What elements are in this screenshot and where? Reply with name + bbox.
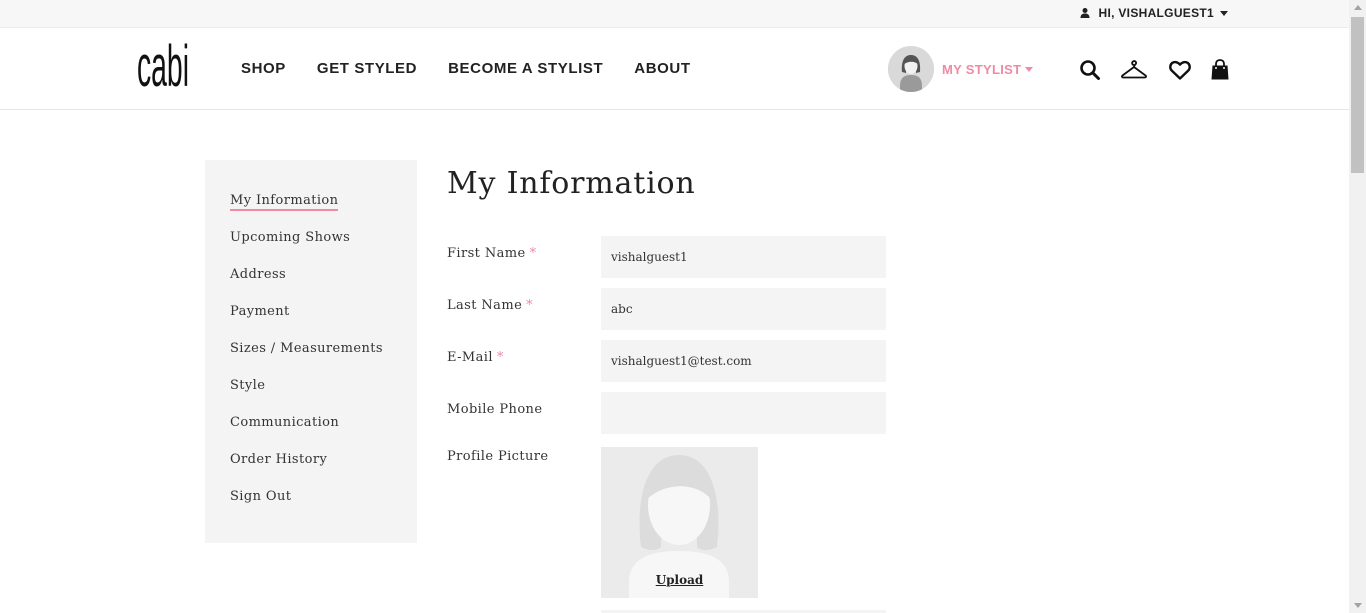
upload-link[interactable]: Upload [601, 573, 758, 587]
sidebar-item-my-information[interactable]: My Information [230, 193, 339, 211]
required-mark: * [526, 298, 534, 313]
stylist-avatar [888, 46, 934, 92]
mobile-phone-field[interactable] [601, 392, 886, 434]
first-name-label-text: First Name [447, 246, 526, 261]
search-icon[interactable] [1078, 58, 1102, 82]
last-name-label: Last Name * [447, 298, 533, 313]
sidebar-item-communication[interactable]: Communication [230, 415, 339, 430]
cabi-logo[interactable]: cabi [137, 38, 191, 90]
nav-get-styled[interactable]: GET STYLED [317, 60, 417, 77]
user-icon [1080, 8, 1090, 18]
last-name-field[interactable] [601, 288, 886, 330]
account-sidebar: My Information Upcoming Shows Address Pa… [205, 160, 417, 543]
first-name-field[interactable] [601, 236, 886, 278]
bag-icon[interactable] [1209, 58, 1231, 82]
profile-picture-label: Profile Picture [447, 449, 548, 464]
nav-shop[interactable]: SHOP [241, 60, 286, 77]
my-stylist-menu[interactable]: MY STYLIST [888, 46, 1034, 92]
sidebar-item-sizes-measurements[interactable]: Sizes / Measurements [230, 341, 383, 356]
nav-about[interactable]: ABOUT [634, 60, 690, 77]
nav-become-a-stylist[interactable]: BECOME A STYLIST [448, 60, 603, 77]
email-label-text: E-Mail [447, 350, 493, 365]
heart-icon[interactable] [1168, 58, 1192, 82]
my-stylist-label: MY STYLIST [942, 61, 1022, 77]
sidebar-item-style[interactable]: Style [230, 378, 265, 393]
email-field[interactable] [601, 340, 886, 382]
site-header: cabi SHOP GET STYLED BECOME A STYLIST AB… [0, 28, 1349, 110]
top-utility-bar: HI, VISHALGUEST1 [0, 0, 1349, 28]
last-name-label-text: Last Name [447, 298, 523, 313]
sidebar-item-address[interactable]: Address [230, 267, 286, 282]
account-menu[interactable]: HI, VISHALGUEST1 [1079, 6, 1228, 20]
sidebar-item-order-history[interactable]: Order History [230, 452, 327, 467]
sidebar-item-upcoming-shows[interactable]: Upcoming Shows [230, 230, 350, 245]
page-title: My Information [447, 166, 696, 201]
sidebar-item-payment[interactable]: Payment [230, 304, 290, 319]
greeting-text: HI, VISHALGUEST1 [1098, 6, 1214, 20]
logo-text: cabi [137, 38, 189, 90]
chevron-down-icon [1220, 10, 1228, 16]
page-scrollbar[interactable] [1349, 0, 1366, 613]
hanger-icon[interactable] [1120, 58, 1148, 82]
scrollbar-thumb[interactable] [1351, 17, 1364, 173]
email-label: E-Mail * [447, 350, 504, 365]
first-name-label: First Name * [447, 246, 536, 261]
profile-picture-preview: Upload [601, 447, 758, 598]
sidebar-item-sign-out[interactable]: Sign Out [230, 489, 291, 504]
main-nav: SHOP GET STYLED BECOME A STYLIST ABOUT [241, 60, 691, 77]
chevron-down-icon [1025, 66, 1034, 72]
scroll-up-icon[interactable] [1354, 5, 1362, 10]
avatar-silhouette-icon [888, 46, 934, 92]
profile-picture-label-text: Profile Picture [447, 449, 549, 464]
scroll-down-icon[interactable] [1354, 603, 1362, 608]
required-mark: * [496, 350, 504, 365]
mobile-phone-label: Mobile Phone [447, 402, 542, 417]
mobile-phone-label-text: Mobile Phone [447, 402, 543, 417]
required-mark: * [529, 246, 537, 261]
